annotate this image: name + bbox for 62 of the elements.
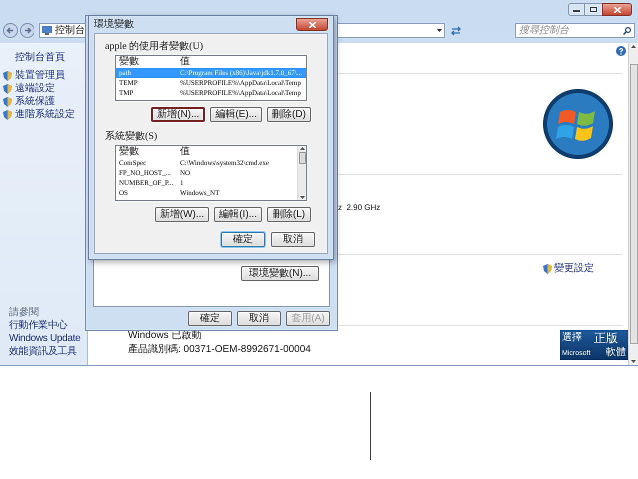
action-button[interactable]: 編輯(I)...: [214, 207, 262, 222]
badge-text: 選擇: [562, 333, 583, 343]
shield-icon: [3, 84, 12, 94]
sidebar-link[interactable]: 進階系統設定: [15, 110, 75, 120]
up-arrow-icon: [300, 147, 304, 150]
badge-text: 軟體: [605, 348, 626, 358]
column-header[interactable]: 值: [178, 147, 190, 157]
search-field[interactable]: 搜尋控制台: [514, 23, 635, 38]
column-header[interactable]: 變數: [116, 147, 178, 157]
minimize-button[interactable]: [568, 3, 585, 16]
shield-icon: [3, 110, 12, 120]
column-header[interactable]: 變數: [116, 57, 178, 67]
scrollbar[interactable]: [628, 43, 638, 365]
badge-title: 正版: [594, 332, 619, 344]
product-id: 產品識別碼: 00371-OEM-8992671-00004: [128, 344, 311, 356]
dialog-button[interactable]: 取消: [271, 232, 315, 247]
action-button[interactable]: 刪除(L): [267, 207, 311, 222]
sidebar-link[interactable]: Windows Update: [3, 332, 87, 345]
search-icon: [622, 26, 631, 34]
shield-icon: [3, 96, 12, 106]
action-button[interactable]: 新增(N)...: [151, 107, 206, 122]
forward-icon[interactable]: [20, 23, 34, 38]
sidebar-link[interactable]: 行動作業中心: [3, 319, 87, 332]
environment-variables-button[interactable]: 環境變數(N)...: [241, 266, 319, 281]
scrollbar[interactable]: [297, 146, 306, 200]
breadcrumb-item[interactable]: 控制台: [55, 26, 85, 36]
sidebar-link[interactable]: 裝置管理員: [15, 70, 65, 80]
maximize-button[interactable]: [585, 3, 602, 16]
help-icon[interactable]: [616, 46, 626, 56]
column-header[interactable]: 值: [178, 57, 190, 67]
dialog-button[interactable]: 確定: [188, 311, 232, 326]
scroll-thumb[interactable]: [630, 64, 638, 344]
close-icon: [614, 6, 620, 12]
action-button[interactable]: 新增(W)...: [154, 207, 210, 222]
action-button[interactable]: 編輯(E)...: [210, 107, 262, 122]
section-label: apple 的使用者變數(U): [104, 40, 204, 53]
down-arrow-icon: [631, 360, 636, 363]
back-icon[interactable]: [3, 23, 18, 38]
section-label: 系統變數(S): [104, 130, 158, 143]
close-icon: [308, 22, 316, 28]
close-button[interactable]: [602, 3, 632, 16]
action-button[interactable]: 刪除(D): [267, 107, 311, 122]
sidebar-link[interactable]: 效能資訊及工具: [3, 345, 87, 358]
shield-icon: [3, 70, 12, 80]
see-also-heading: 請參閱: [8, 306, 40, 319]
dialog-title: 環境變數: [94, 20, 134, 30]
dialog-button[interactable]: 確定: [221, 232, 265, 247]
refresh-icon[interactable]: [449, 24, 463, 38]
sidebar-link[interactable]: 遠端設定: [15, 84, 55, 94]
sidebar-link[interactable]: 系統保護: [15, 96, 55, 106]
computer-icon: [42, 26, 52, 35]
sidebar-home-link[interactable]: 控制台首頁: [3, 51, 87, 64]
processor-speed-text: z 2.90 GHz: [338, 203, 380, 212]
dropdown-caret-icon[interactable]: [437, 29, 442, 32]
dialog-button[interactable]: 取消: [237, 311, 281, 326]
shield-icon: [543, 264, 552, 274]
change-settings-link[interactable]: 變更設定: [554, 264, 594, 274]
close-button[interactable]: [296, 18, 328, 31]
scroll-thumb[interactable]: [298, 152, 306, 164]
up-arrow-icon: [631, 45, 636, 48]
flag-orb-icon: [542, 88, 614, 160]
down-arrow-icon: [300, 196, 304, 199]
